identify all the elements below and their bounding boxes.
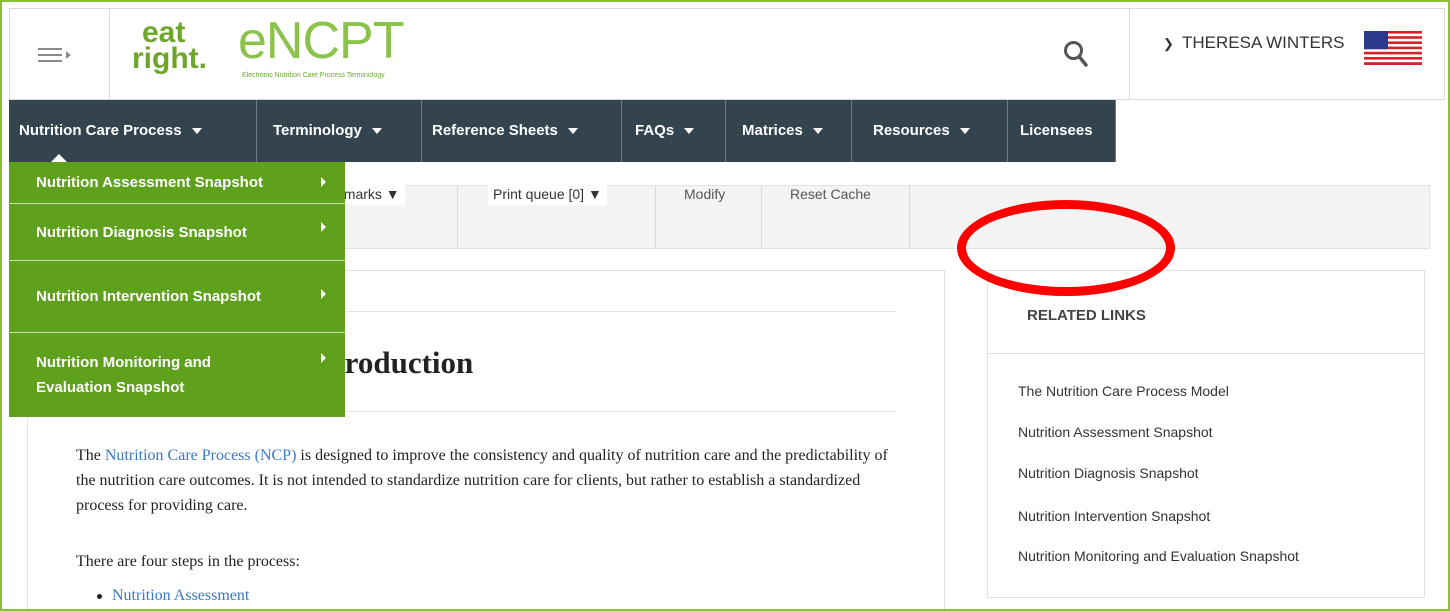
site-logo[interactable]: eat right. eNCPT Electronic Nutrition Ca… (132, 12, 404, 95)
nav-label: Matrices (742, 122, 803, 139)
browser-frame: eat right. eNCPT Electronic Nutrition Ca… (0, 0, 1450, 611)
divider (988, 353, 1424, 354)
dropdown-item-label: Nutrition Intervention Snapshot (36, 288, 261, 305)
nav-matrices[interactable]: Matrices (726, 100, 852, 162)
caret-right-icon (321, 289, 326, 299)
step-link-nutrition-assessment[interactable]: Nutrition Assessment (96, 587, 249, 605)
nav-label: Nutrition Care Process (19, 122, 182, 139)
intro-text-pre: The (76, 447, 105, 464)
dropdown-item-label: Nutrition Monitoring and Evaluation Snap… (36, 354, 211, 396)
user-menu[interactable]: ❯ THERESA WINTERS (1130, 9, 1446, 101)
nav-reference-sheets[interactable]: Reference Sheets (422, 100, 622, 162)
steps-lead: There are four steps in the process: (76, 553, 300, 570)
print-queue-menu[interactable]: Print queue [0] ▼ (458, 183, 656, 248)
modify-label: Modify (684, 186, 726, 202)
print-queue-label: Print queue [0] ▼ (488, 183, 607, 205)
dropdown-item-label: Nutrition Assessment Snapshot (36, 174, 263, 191)
caret-down-icon (959, 128, 970, 135)
hamburger-icon (38, 48, 62, 62)
chevron-down-icon: ❯ (1163, 36, 1174, 51)
dropdown-item-intervention[interactable]: Nutrition Intervention Snapshot (9, 261, 345, 333)
caret-right-icon (321, 222, 326, 232)
annotation-red-circle (957, 200, 1175, 296)
related-link-diagnosis[interactable]: Nutrition Diagnosis Snapshot (1018, 465, 1199, 481)
related-link-intervention[interactable]: Nutrition Intervention Snapshot (1018, 508, 1210, 524)
search-button[interactable] (1030, 9, 1130, 101)
nav-resources[interactable]: Resources (852, 100, 1008, 162)
main-nav: Nutrition Care Process Terminology Refer… (9, 100, 1445, 162)
user-name: THERESA WINTERS (1182, 33, 1345, 52)
nav-terminology[interactable]: Terminology (257, 100, 422, 162)
dropdown-item-diagnosis[interactable]: Nutrition Diagnosis Snapshot (9, 204, 345, 261)
related-link-monitoring[interactable]: Nutrition Monitoring and Evaluation Snap… (1018, 548, 1299, 564)
related-links-title: RELATED LINKS (1027, 307, 1146, 324)
nav-label: Licensees (1020, 122, 1093, 139)
related-link-assessment[interactable]: Nutrition Assessment Snapshot (1018, 424, 1213, 440)
modify-button[interactable]: Modify (656, 186, 762, 248)
ncp-link[interactable]: Nutrition Care Process (NCP) (105, 447, 297, 464)
logo-subtitle: Electronic Nutrition Care Process Termin… (242, 72, 385, 79)
dropdown-item-assessment[interactable]: Nutrition Assessment Snapshot (9, 162, 345, 204)
nav-label: Resources (873, 122, 950, 139)
reset-cache-button[interactable]: Reset Cache (762, 186, 910, 248)
site-header: eat right. eNCPT Electronic Nutrition Ca… (9, 8, 1446, 101)
nutrition-care-process-dropdown: Nutrition Assessment Snapshot Nutrition … (9, 162, 345, 417)
nav-faqs[interactable]: FAQs (622, 100, 726, 162)
dropdown-item-monitoring[interactable]: Nutrition Monitoring and Evaluation Snap… (9, 333, 345, 417)
nav-label: Terminology (273, 122, 362, 139)
logo-right: right. (132, 42, 207, 75)
related-links-panel: RELATED LINKS The Nutrition Care Process… (987, 270, 1425, 598)
logo-product-name: eNCPT (238, 12, 404, 70)
dropdown-item-label: Nutrition Diagnosis Snapshot (36, 224, 247, 241)
caret-right-icon (66, 51, 71, 59)
nav-nutrition-care-process[interactable]: Nutrition Care Process (9, 100, 257, 162)
caret-down-icon (684, 128, 695, 135)
menu-toggle-button[interactable] (10, 9, 110, 101)
caret-right-icon (321, 177, 326, 187)
nav-label: FAQs (635, 122, 675, 139)
caret-down-icon (567, 128, 578, 135)
caret-down-icon (191, 128, 202, 135)
caret-right-icon (321, 353, 326, 363)
related-link-ncp-model[interactable]: The Nutrition Care Process Model (1018, 383, 1229, 399)
caret-down-icon (371, 128, 382, 135)
steps-list: Nutrition Assessment (96, 587, 249, 605)
nav-label: Reference Sheets (432, 122, 558, 139)
caret-down-icon (812, 128, 823, 135)
active-indicator (51, 154, 67, 162)
search-icon (1064, 41, 1088, 67)
intro-paragraph: The Nutrition Care Process (NCP) is desi… (76, 443, 896, 518)
nav-licensees[interactable]: Licensees (1008, 100, 1116, 162)
us-flag-icon[interactable] (1364, 31, 1422, 65)
reset-cache-label: Reset Cache (790, 186, 871, 202)
